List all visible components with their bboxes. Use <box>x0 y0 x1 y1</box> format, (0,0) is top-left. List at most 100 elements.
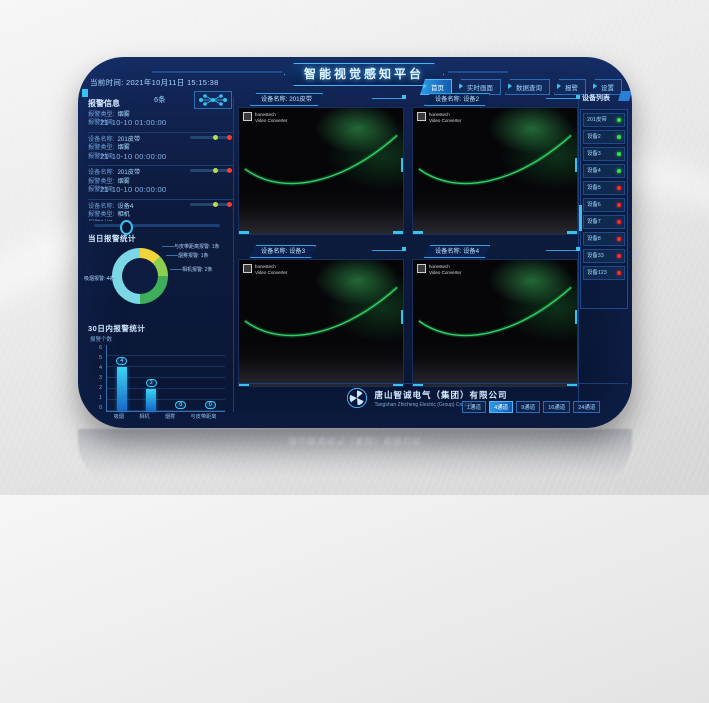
monthly-alarm-stats: 30日内报警统计 报警个数 65 43 21 0 4 2 0 0 吸烟相机 烟雾… <box>88 323 236 421</box>
leader-line <box>170 269 182 270</box>
watermark: honestechVideo Converter <box>417 264 461 275</box>
watermark-logo-icon <box>243 112 252 121</box>
status-dot <box>617 118 621 122</box>
corner-accent <box>239 231 249 234</box>
current-time: 当前时间: 2021年10月11日 15:15:38 <box>90 77 219 88</box>
video-title: 设备名称: 设备3 <box>250 245 316 258</box>
bar <box>146 389 156 411</box>
status-dot <box>617 135 621 139</box>
alarm-entry[interactable]: 设备名称:设备4 报警类型:相机 报警时间:21-10-10 00:00:00 <box>88 199 234 222</box>
bar-value-label: 0 <box>205 401 216 409</box>
status-dot <box>617 237 621 241</box>
device-item[interactable]: 设备5 <box>583 181 625 195</box>
divider <box>233 97 234 412</box>
bar-value-label: 0 <box>175 401 186 409</box>
video-panel-1[interactable]: 设备名称: 201皮带 honestechVideo Converter <box>236 93 406 241</box>
decorative-line <box>372 250 406 251</box>
channel-1-button[interactable]: 1通道 <box>462 401 486 413</box>
edge-accent <box>575 158 578 172</box>
edge-accent <box>401 310 404 324</box>
alarm-entry[interactable]: 设备名称:201皮带 报警类型:烟雾 报警时间:21-10-10 00:00:0… <box>88 165 234 199</box>
device-list: 201皮带 设备2 设备3 设备4 设备5 设备6 设备7 设备8 设备33 设… <box>580 109 628 309</box>
device-item[interactable]: 201皮带 <box>583 113 625 127</box>
video-title: 设备名称: 201皮带 <box>250 93 323 106</box>
edge-accent <box>575 310 578 324</box>
watermark-logo-icon <box>243 264 252 273</box>
daily-alarm-stats: 当日报警统计 与皮带距离报警: 1条 烟雾报警: 1条 相机报警: 2条 吸烟报… <box>88 233 236 319</box>
corner-accent <box>393 231 403 234</box>
video-panel-4[interactable]: 设备名称: 设备4 honestechVideo Converter <box>410 245 580 393</box>
decorative-line <box>448 71 508 73</box>
corner-accent <box>576 95 580 99</box>
divider <box>238 383 628 384</box>
reflected-company-name: 唐山智诚电气（集团）有限公司 <box>78 435 632 447</box>
video-feed[interactable]: honestechVideo Converter <box>238 259 404 387</box>
company-logo <box>346 387 368 409</box>
monthly-stats-title: 30日内报警统计 <box>88 323 236 334</box>
video-panel-2[interactable]: 设备名称: 设备2 honestechVideo Converter <box>410 93 580 241</box>
leader-line <box>162 246 174 247</box>
device-item[interactable]: 设备4 <box>583 164 625 178</box>
device-item[interactable]: 设备8 <box>583 232 625 246</box>
status-dot <box>617 271 621 275</box>
corner-accent <box>567 231 577 234</box>
entry-level-indicator <box>190 203 232 206</box>
watermark-logo-icon <box>417 264 426 273</box>
company-name-cn: 唐山智诚电气（集团）有限公司 <box>374 389 507 401</box>
alarm-list-scrollbar[interactable] <box>94 224 220 227</box>
donut-chart <box>112 248 168 304</box>
y-axis-ticks: 65 43 21 0 <box>92 345 102 411</box>
device-item[interactable]: 设备7 <box>583 215 625 229</box>
watermark: honestechVideo Converter <box>417 112 461 123</box>
device-item[interactable]: 设备2 <box>583 130 625 144</box>
bar-value-label: 4 <box>116 357 127 365</box>
channel-buttons: 1通道 4通道 9通道 16通道 24通道 <box>462 401 600 413</box>
alarm-count-badge: 6条 <box>154 94 166 105</box>
x-axis-labels: 吸烟相机 烟雾与皮带距离 <box>106 413 224 420</box>
entry-level-indicator <box>190 169 232 172</box>
bar-chart: 4 2 0 0 <box>106 345 225 412</box>
status-dot <box>617 203 621 207</box>
watermark: honestechVideo Converter <box>243 264 287 275</box>
corner-accent <box>402 247 406 251</box>
donut-label: 与皮带距离报警: 1条 <box>174 243 220 250</box>
device-item[interactable]: 设备123 <box>583 266 625 280</box>
watermark: honestechVideo Converter <box>243 112 287 123</box>
corner-accent <box>402 95 406 99</box>
video-panel-3[interactable]: 设备名称: 设备3 honestechVideo Converter <box>236 245 406 393</box>
alarm-list: 设备名称:201皮带 报警类型:烟雾 报警时间:21-10-10 01:00:0… <box>88 109 234 221</box>
donut-label: 吸烟报警: 4条 <box>84 275 115 282</box>
bar-value-label: 2 <box>146 379 157 387</box>
donut-label: 相机报警: 2条 <box>182 266 213 273</box>
channel-24-button[interactable]: 24通道 <box>573 401 600 413</box>
status-dot <box>617 152 621 156</box>
video-title: 设备名称: 设备4 <box>424 245 490 258</box>
video-feed[interactable]: honestechVideo Converter <box>412 107 578 235</box>
alarm-info-header: 报警信息 6条 <box>88 93 234 107</box>
video-feed[interactable]: honestechVideo Converter <box>412 259 578 387</box>
video-feed[interactable]: honestechVideo Converter <box>238 107 404 235</box>
watermark-logo-icon <box>417 112 426 121</box>
edge-accent <box>401 158 404 172</box>
alarm-entry[interactable]: 设备名称:201皮带 报警类型:烟雾 报警时间:21-10-10 01:00:0… <box>88 109 234 132</box>
board-reflection: 唐山智诚电气（集团）有限公司 <box>78 429 632 487</box>
device-item[interactable]: 设备6 <box>583 198 625 212</box>
status-dot <box>617 169 621 173</box>
status-dot <box>617 254 621 258</box>
donut-label: 烟雾报警: 1条 <box>178 252 209 259</box>
corner-accent <box>413 231 423 234</box>
decorative-line <box>372 98 406 99</box>
channel-4-button[interactable]: 4通道 <box>489 401 513 413</box>
y-axis-label: 报警个数 <box>90 335 112 343</box>
leader-line <box>166 255 178 256</box>
decorative-line <box>546 250 580 251</box>
alarm-info-title: 报警信息 <box>88 98 120 109</box>
device-item[interactable]: 设备33 <box>583 249 625 263</box>
alarm-entry[interactable]: 设备名称:201皮带 报警类型:烟雾 报警时间:21-10-10 00:00:0… <box>88 132 234 166</box>
topology-icon[interactable] <box>194 91 232 109</box>
channel-9-button[interactable]: 9通道 <box>516 401 540 413</box>
decorative-line <box>152 71 282 73</box>
device-item[interactable]: 设备3 <box>583 147 625 161</box>
status-dot <box>617 220 621 224</box>
channel-16-button[interactable]: 16通道 <box>543 401 570 413</box>
